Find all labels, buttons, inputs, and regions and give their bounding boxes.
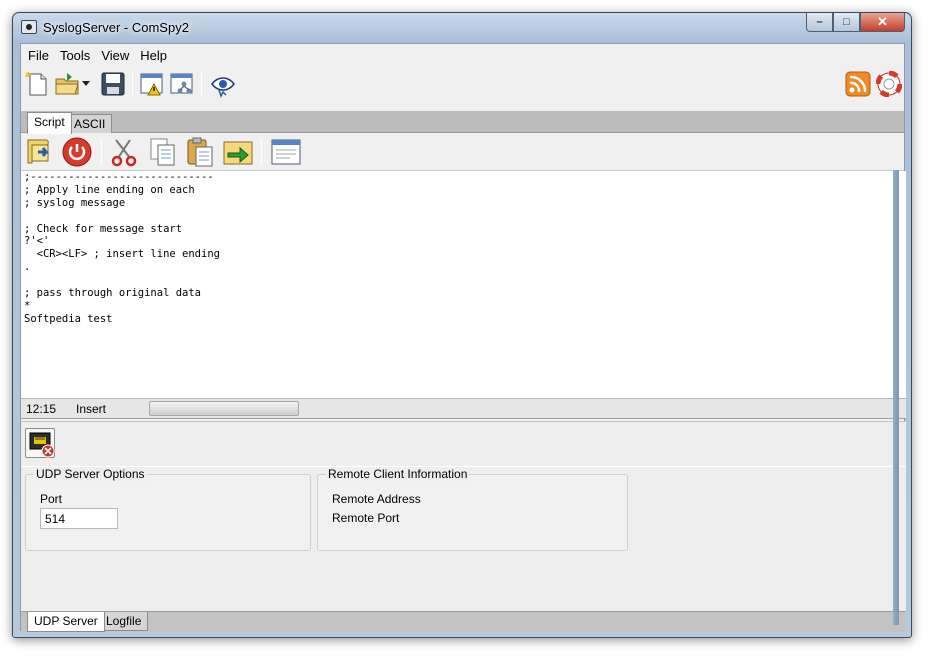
toolbar-separator bbox=[101, 139, 102, 165]
tab-udp-server[interactable]: UDP Server bbox=[27, 612, 105, 632]
tab-ascii[interactable]: ASCII bbox=[67, 114, 113, 133]
network-port-disconnected-icon bbox=[29, 432, 55, 458]
rss-feed-icon[interactable] bbox=[845, 71, 871, 97]
udp-server-options-group: UDP Server Options Port bbox=[25, 467, 311, 551]
editor-line: * bbox=[24, 299, 31, 312]
editor-line: Softpedia test bbox=[24, 312, 113, 325]
insert-mode: Insert bbox=[76, 402, 107, 416]
application-window: SyslogServer - ComSpy2 – □ ✕ File Tools … bbox=[12, 12, 912, 638]
port-input[interactable] bbox=[40, 508, 118, 529]
udp-options-title: UDP Server Options bbox=[34, 467, 147, 481]
window-controls: – □ ✕ bbox=[806, 13, 905, 33]
editor-line: . bbox=[24, 261, 31, 274]
script-run-icon[interactable] bbox=[24, 136, 56, 168]
menu-file[interactable]: File bbox=[23, 44, 55, 66]
server-toggle-button[interactable] bbox=[25, 428, 55, 458]
open-folder-icon[interactable] bbox=[54, 71, 80, 97]
bottom-tab-strip: UDP Server Logfile bbox=[21, 611, 906, 632]
editor-line: <CR><LF> ; insert line ending bbox=[24, 248, 220, 261]
menu-view[interactable]: View bbox=[96, 44, 135, 66]
new-file-icon[interactable] bbox=[24, 71, 50, 97]
remote-port-label: Remote Port bbox=[332, 511, 400, 525]
toolbar-separator bbox=[201, 71, 202, 97]
desktop-edge bbox=[893, 170, 899, 625]
toolbar-separator bbox=[132, 71, 133, 97]
save-icon[interactable] bbox=[100, 71, 126, 97]
remote-address-label: Remote Address bbox=[332, 492, 421, 506]
window-title: SyslogServer - ComSpy2 bbox=[43, 20, 189, 35]
menu-bar: File Tools View Help bbox=[21, 44, 904, 66]
remote-client-information-group: Remote Client Information Remote Address… bbox=[317, 467, 628, 551]
app-eye-icon[interactable] bbox=[21, 20, 37, 34]
editor-line: ; Check for message start bbox=[24, 222, 183, 235]
editor-line: ; pass through original data bbox=[24, 287, 202, 300]
editor-line: ; Apply line ending on each bbox=[24, 183, 195, 196]
client-area: File Tools View Help Script ASCII ;-----… bbox=[20, 43, 906, 632]
editor-line: ;----------------------------- bbox=[24, 171, 214, 183]
power-icon[interactable] bbox=[61, 136, 93, 168]
cursor-position: 12:15 bbox=[26, 402, 57, 416]
close-button[interactable]: ✕ bbox=[860, 13, 905, 32]
tab-script[interactable]: Script bbox=[27, 112, 72, 134]
script-toolbar bbox=[21, 133, 904, 171]
editor-status-bar: 12:15 Insert bbox=[21, 399, 906, 419]
editor-line: ; syslog message bbox=[24, 196, 126, 209]
monitor-eye-icon[interactable] bbox=[210, 72, 236, 98]
copy-icon[interactable] bbox=[147, 136, 179, 168]
script-editor[interactable]: ;----------------------------- ; Apply l… bbox=[21, 171, 906, 399]
main-toolbar bbox=[21, 68, 904, 100]
menu-help[interactable]: Help bbox=[135, 44, 173, 66]
help-lifebuoy-icon[interactable] bbox=[876, 71, 902, 97]
title-bar[interactable]: SyslogServer - ComSpy2 – □ ✕ bbox=[13, 13, 911, 43]
insert-arrow-icon[interactable] bbox=[222, 136, 254, 168]
menu-tools[interactable]: Tools bbox=[55, 44, 96, 66]
status-progress-slot bbox=[149, 401, 299, 416]
minimize-button[interactable]: – bbox=[806, 13, 833, 32]
maximize-button[interactable]: □ bbox=[833, 13, 860, 32]
dropdown-arrow-icon[interactable] bbox=[82, 81, 90, 87]
editor-tab-strip: Script ASCII bbox=[21, 111, 904, 134]
server-panel: UDP Server Options Port Remote Client In… bbox=[21, 421, 906, 611]
toolbar-separator bbox=[261, 139, 262, 165]
port-label: Port bbox=[40, 492, 63, 506]
editor-line: ?'<' bbox=[24, 235, 50, 248]
remote-info-title: Remote Client Information bbox=[326, 467, 470, 481]
tab-logfile[interactable]: Logfile bbox=[99, 612, 149, 631]
paste-icon[interactable] bbox=[184, 136, 216, 168]
cut-icon[interactable] bbox=[108, 136, 140, 168]
network-window-icon[interactable] bbox=[169, 71, 195, 97]
window-icon[interactable] bbox=[270, 136, 302, 168]
warning-window-icon[interactable] bbox=[139, 71, 165, 97]
